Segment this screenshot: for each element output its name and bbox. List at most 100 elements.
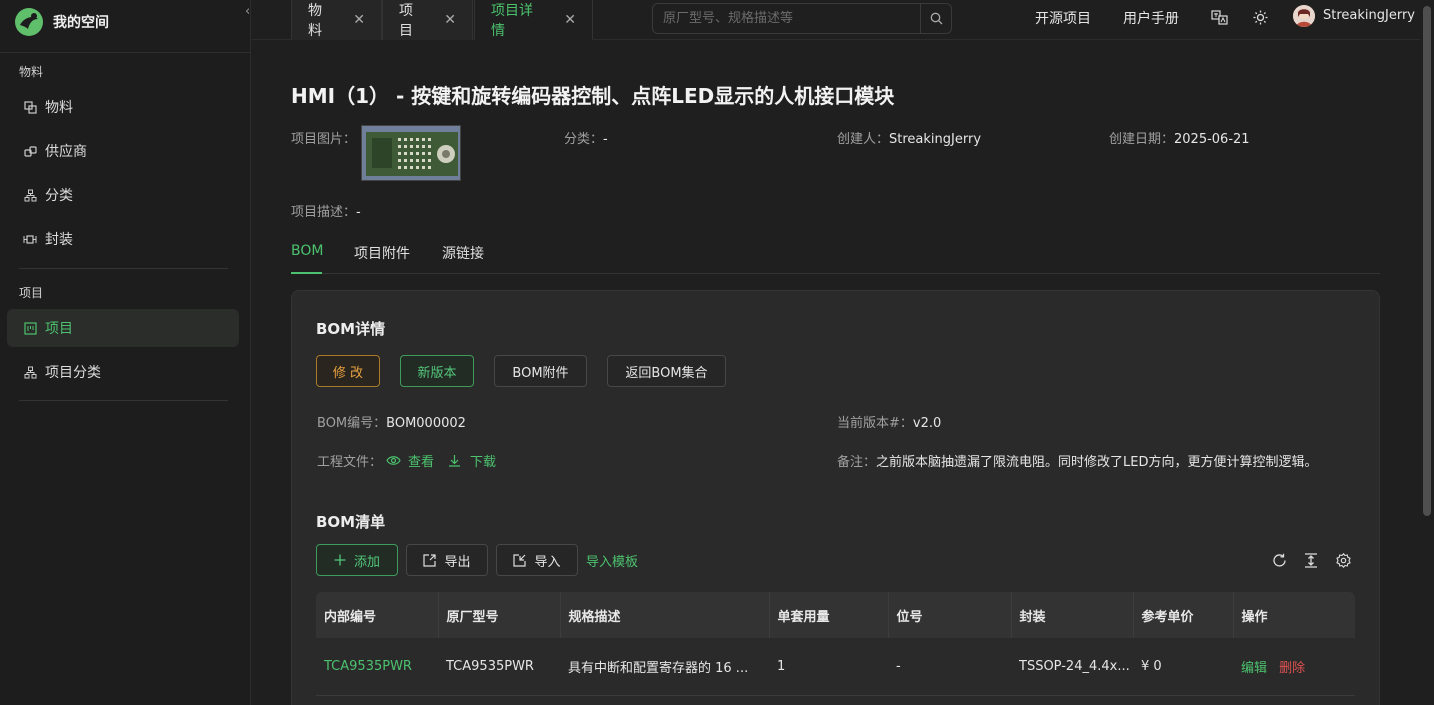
gear-icon[interactable]: [1334, 551, 1352, 569]
category-field: 分类：-: [564, 128, 608, 147]
creator-field: 创建人：StreakingJerry: [837, 128, 981, 147]
sidebar-item-material[interactable]: 物料: [7, 88, 239, 126]
username[interactable]: StreakingJerry: [1323, 8, 1415, 23]
tab-source-links[interactable]: 源链接: [442, 243, 484, 263]
chip-icon: [23, 232, 37, 246]
column-header[interactable]: 封装: [1011, 592, 1134, 638]
column-header[interactable]: 原厂型号: [438, 592, 561, 638]
material-icon: [23, 100, 37, 114]
import-button[interactable]: 导入: [496, 544, 578, 576]
translate-icon[interactable]: [1210, 8, 1228, 26]
bom-attachments-button[interactable]: BOM附件: [494, 355, 587, 387]
logo-icon: [15, 8, 43, 36]
back-to-bom-set-button[interactable]: 返回BOM集合: [607, 355, 726, 387]
search-icon[interactable]: [920, 4, 951, 33]
sidebar-item-label: 供应商: [45, 144, 87, 160]
actions-cell: 编辑 删除: [1233, 638, 1355, 696]
export-button[interactable]: 导出: [406, 544, 488, 576]
category-value: -: [603, 132, 608, 147]
edit-button[interactable]: 修 改: [316, 355, 380, 387]
column-header: 操作: [1233, 592, 1355, 638]
tab-bom[interactable]: BOM: [291, 243, 323, 259]
eye-icon: [386, 456, 401, 465]
sidebar-item-category[interactable]: 分类: [7, 176, 239, 214]
tab-project[interactable]: 项目 ✕: [382, 0, 473, 40]
created-date-field: 创建日期：2025-06-21: [1109, 128, 1250, 147]
refresh-icon[interactable]: [1270, 551, 1288, 569]
bom-number-value: BOM000002: [386, 416, 466, 431]
sidebar-item-supplier[interactable]: 供应商: [7, 132, 239, 170]
field-label: 创建日期：: [1109, 132, 1175, 147]
field-label: 创建人：: [837, 132, 890, 147]
divider: [19, 268, 228, 269]
description-field: 项目描述：-: [291, 201, 361, 220]
version-value: v2.0: [912, 416, 942, 431]
brand[interactable]: 我的空间: [14, 7, 109, 37]
sidebar-item-label: 封装: [45, 232, 73, 248]
bom-list-title: BOM清单: [316, 513, 386, 531]
link-icon: [23, 144, 37, 158]
top-bar: 物料 ✕ 项目 ✕ 项目详情 ✕ 开源项目 用户手册 StreakingJerr…: [252, 0, 1420, 40]
tab-material[interactable]: 物料 ✕: [291, 0, 382, 40]
version-field: 当前版本#：v2.0: [837, 412, 941, 431]
import-template-link[interactable]: 导入模板: [586, 551, 638, 570]
tab-project-attachments[interactable]: 项目附件: [354, 243, 410, 263]
sun-icon[interactable]: [1251, 8, 1269, 26]
internal-number-link[interactable]: TCA9535PWR: [324, 659, 412, 674]
column-header[interactable]: 位号: [888, 592, 1012, 638]
scrollbar-thumb[interactable]: [1423, 6, 1431, 516]
avatar[interactable]: [1293, 5, 1315, 27]
table-header-row: 内部编号 原厂型号 规格描述 单套用量 位号 封装 参考单价 操作: [316, 592, 1355, 638]
column-header[interactable]: 规格描述: [560, 592, 770, 638]
active-tab-indicator: [291, 272, 322, 274]
scrollbar[interactable]: [1420, 0, 1434, 705]
close-icon[interactable]: ✕: [564, 12, 576, 28]
sidebar: 我的空间 ‹ 物料 物料 供应商 分类 封装 项目 项目 项目分类: [0, 0, 251, 705]
price-cell: ¥ 0: [1133, 638, 1233, 696]
tab-label: 项目: [399, 3, 413, 39]
field-label: 备注：: [837, 455, 877, 470]
close-icon[interactable]: ✕: [444, 12, 456, 28]
export-label: 导出: [444, 554, 471, 570]
mfr-part-cell: TCA9535PWR: [438, 638, 560, 696]
page-title: HMI（1） - 按键和旋转编码器控制、点阵LED显示的人机接口模块: [291, 84, 895, 108]
sidebar-item-project-category[interactable]: 项目分类: [7, 353, 239, 391]
sidebar-item-package[interactable]: 封装: [7, 220, 239, 258]
export-icon: [423, 553, 437, 567]
sidebar-item-label: 项目: [45, 321, 73, 337]
download-label: 下载: [470, 455, 497, 470]
bom-detail-title: BOM详情: [316, 320, 386, 338]
download-link[interactable]: 下载: [448, 451, 496, 470]
view-label: 查看: [408, 455, 435, 470]
column-header[interactable]: 内部编号: [316, 592, 439, 638]
new-version-button[interactable]: 新版本: [400, 355, 474, 387]
row-delete-button[interactable]: 删除: [1279, 661, 1305, 676]
column-height-icon[interactable]: [1302, 551, 1320, 569]
sidebar-item-label: 物料: [45, 100, 73, 116]
user-manual-link[interactable]: 用户手册: [1123, 8, 1179, 28]
tab-project-detail[interactable]: 项目详情 ✕: [474, 0, 593, 40]
table-row: TCA9535PWR TCA9535PWR 具有中断和配置寄存器的 16 ...…: [316, 638, 1355, 696]
import-icon: [513, 553, 527, 567]
view-link[interactable]: 查看: [386, 451, 434, 470]
project-image[interactable]: [361, 125, 461, 181]
field-label: 工程文件：: [317, 455, 383, 470]
bom-number-field: BOM编号：BOM000002: [317, 412, 466, 431]
bom-table: 内部编号 原厂型号 规格描述 单套用量 位号 封装 参考单价 操作 TCA953…: [316, 592, 1355, 696]
add-button[interactable]: 添加: [316, 544, 398, 576]
note-value: 之前版本脑抽遗漏了限流电阻。同时修改了LED方向，更方便计算控制逻辑。: [876, 455, 1318, 470]
column-header[interactable]: 单套用量: [769, 592, 889, 638]
field-label: BOM编号：: [317, 416, 387, 431]
search-input[interactable]: [653, 4, 920, 33]
column-header[interactable]: 参考单价: [1133, 592, 1234, 638]
spec-cell: 具有中断和配置寄存器的 16 ...: [560, 638, 769, 696]
chevron-left-icon[interactable]: ‹: [245, 4, 250, 19]
tab-label: 项目详情: [491, 2, 533, 39]
open-source-link[interactable]: 开源项目: [1035, 8, 1091, 28]
add-label: 添加: [353, 554, 380, 570]
field-label: 项目图片：: [291, 132, 357, 147]
close-icon[interactable]: ✕: [353, 12, 365, 28]
row-edit-button[interactable]: 编辑: [1241, 661, 1267, 676]
sidebar-group-project: 项目: [19, 286, 44, 300]
sidebar-item-project[interactable]: 项目: [7, 309, 239, 347]
